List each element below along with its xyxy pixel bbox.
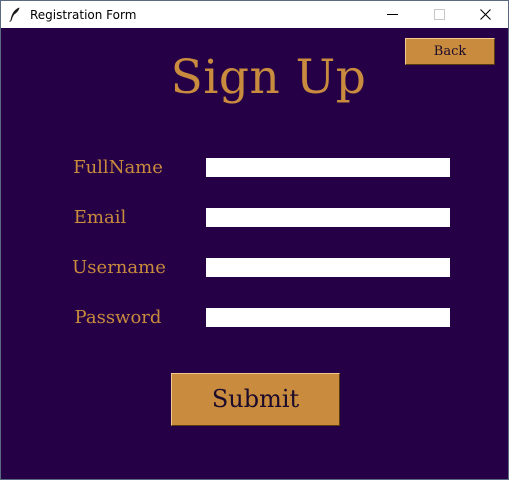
close-button[interactable] bbox=[462, 1, 508, 28]
password-label: Password bbox=[74, 307, 162, 328]
fullname-field[interactable] bbox=[206, 158, 450, 177]
page-title: Sign Up bbox=[170, 50, 367, 105]
registration-window: Registration Form Back Sign Up FullName … bbox=[0, 0, 509, 480]
maximize-icon bbox=[434, 9, 445, 20]
email-label: Email bbox=[73, 207, 127, 228]
close-icon bbox=[479, 9, 491, 20]
minimize-icon bbox=[387, 14, 398, 15]
email-field[interactable] bbox=[206, 208, 450, 227]
submit-button[interactable]: Submit bbox=[171, 373, 340, 426]
window-title: Registration Form bbox=[30, 8, 137, 22]
form-panel: Back Sign Up FullName Email Username Pas… bbox=[1, 28, 508, 479]
fullname-label: FullName bbox=[73, 157, 163, 178]
minimize-button[interactable] bbox=[370, 1, 416, 28]
maximize-button[interactable] bbox=[416, 1, 462, 28]
username-label: Username bbox=[72, 257, 166, 278]
username-field[interactable] bbox=[206, 258, 450, 277]
title-bar[interactable]: Registration Form bbox=[1, 1, 508, 28]
password-field[interactable] bbox=[206, 308, 450, 327]
feather-icon bbox=[9, 7, 20, 22]
